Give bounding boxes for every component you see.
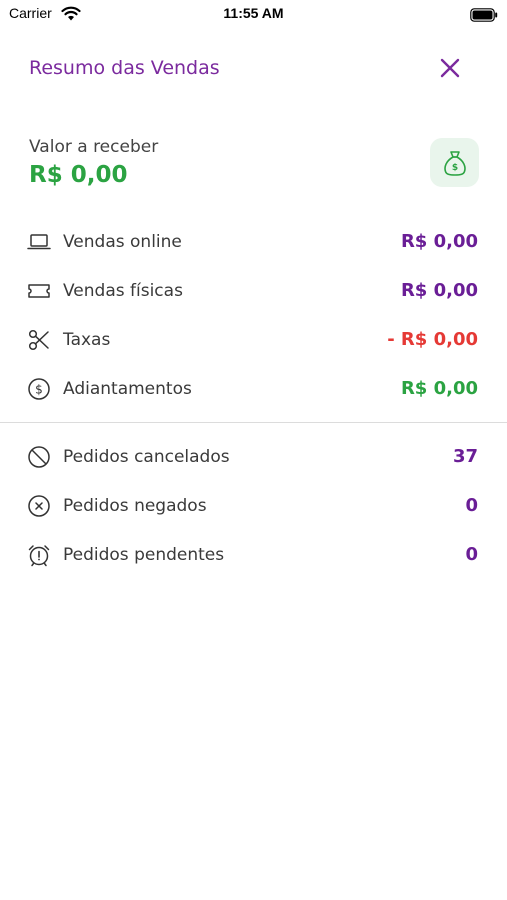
svg-text:$: $ — [35, 383, 43, 397]
scissors-icon — [27, 328, 51, 352]
order-row-cancelled: Pedidos cancelados 37 — [0, 437, 507, 477]
summary-value: R$ 0,00 — [400, 280, 478, 301]
x-circle-icon — [27, 494, 51, 518]
ticket-icon — [27, 279, 51, 303]
money-bag-badge: $ — [430, 138, 479, 187]
coin-dollar-icon: $ — [27, 377, 51, 401]
summary-value: R$ 0,00 — [400, 378, 478, 399]
balance-label: Valor a receber — [29, 137, 159, 157]
summary-row-advances: $ Adiantamentos R$ 0,00 — [0, 369, 507, 409]
summary-row-online-sales: Vendas online R$ 0,00 — [0, 222, 507, 262]
summary-label: Vendas online — [63, 232, 182, 252]
order-label: Pedidos negados — [63, 496, 207, 516]
close-button[interactable] — [434, 52, 466, 84]
summary-label: Taxas — [63, 330, 111, 350]
summary-row-physical-sales: Vendas físicas R$ 0,00 — [0, 271, 507, 311]
page-title: Resumo das Vendas — [29, 57, 220, 79]
battery-icon — [470, 7, 498, 26]
summary-value: R$ 0,00 — [400, 231, 478, 252]
summary-row-fees: Taxas - R$ 0,00 — [0, 320, 507, 360]
summary-label: Vendas físicas — [63, 281, 183, 301]
laptop-icon — [27, 230, 51, 254]
order-count: 0 — [465, 495, 478, 516]
status-bar: Carrier 11:55 AM — [0, 0, 507, 30]
section-divider — [0, 422, 507, 423]
close-icon[interactable] — [440, 58, 460, 78]
order-row-denied: Pedidos negados 0 — [0, 486, 507, 526]
ban-icon — [27, 445, 51, 469]
order-count: 37 — [452, 446, 478, 467]
svg-text:$: $ — [451, 163, 457, 173]
order-label: Pedidos pendentes — [63, 545, 225, 565]
summary-label: Adiantamentos — [63, 379, 192, 399]
summary-value: - R$ 0,00 — [387, 329, 478, 350]
money-bag-icon: $ — [443, 150, 466, 176]
clock-time: 11:55 AM — [223, 5, 284, 21]
order-count: 0 — [465, 544, 478, 565]
balance-value: R$ 0,00 — [29, 162, 128, 188]
order-label: Pedidos cancelados — [63, 447, 230, 467]
order-row-pending: Pedidos pendentes 0 — [0, 535, 507, 575]
alarm-clock-icon — [27, 543, 51, 567]
